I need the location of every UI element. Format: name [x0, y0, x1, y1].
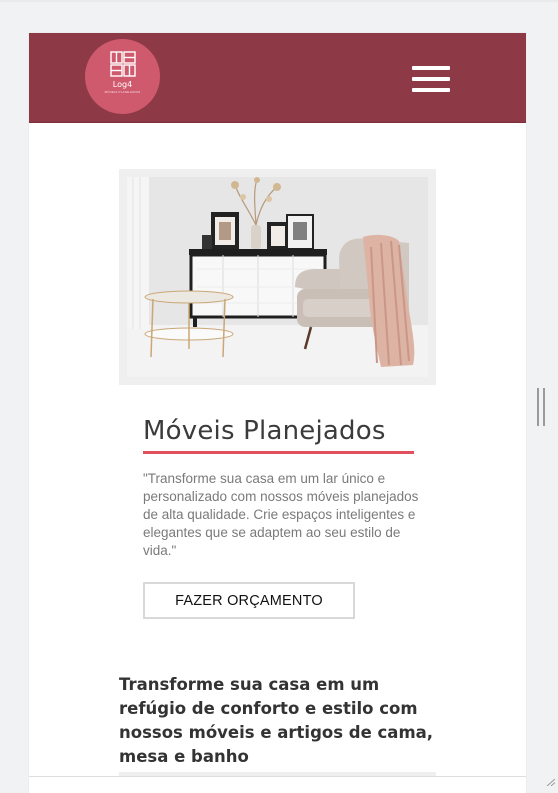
- title-underline: [143, 451, 414, 454]
- page-title: Móveis Planejados: [143, 416, 386, 446]
- hero-image-frame: [119, 169, 436, 385]
- section-heading: Transforme sua casa em um refúgio de con…: [119, 675, 434, 766]
- site-header: Log4 MÓVEIS PLANEJADOS: [29, 33, 526, 123]
- living-room-furniture-photo: [127, 177, 428, 377]
- logo-tagline: MÓVEIS PLANEJADOS: [104, 90, 141, 94]
- site-logo[interactable]: Log4 MÓVEIS PLANEJADOS: [85, 39, 160, 114]
- resize-grip-icon[interactable]: [545, 778, 555, 786]
- hero-description: "Transforme sua casa em um lar único e p…: [143, 471, 419, 558]
- window-logo-icon: [109, 51, 136, 77]
- page-container: Log4 MÓVEIS PLANEJADOS Móveis Planejados…: [29, 33, 526, 793]
- page-bottom-edge: [29, 776, 526, 777]
- hamburger-menu-icon[interactable]: [412, 66, 452, 94]
- scrollbar-handle[interactable]: [537, 388, 545, 426]
- quote-button[interactable]: FAZER ORÇAMENTO: [143, 582, 355, 619]
- logo-name: Log4: [112, 80, 133, 89]
- browser-top-edge: [0, 0, 558, 2]
